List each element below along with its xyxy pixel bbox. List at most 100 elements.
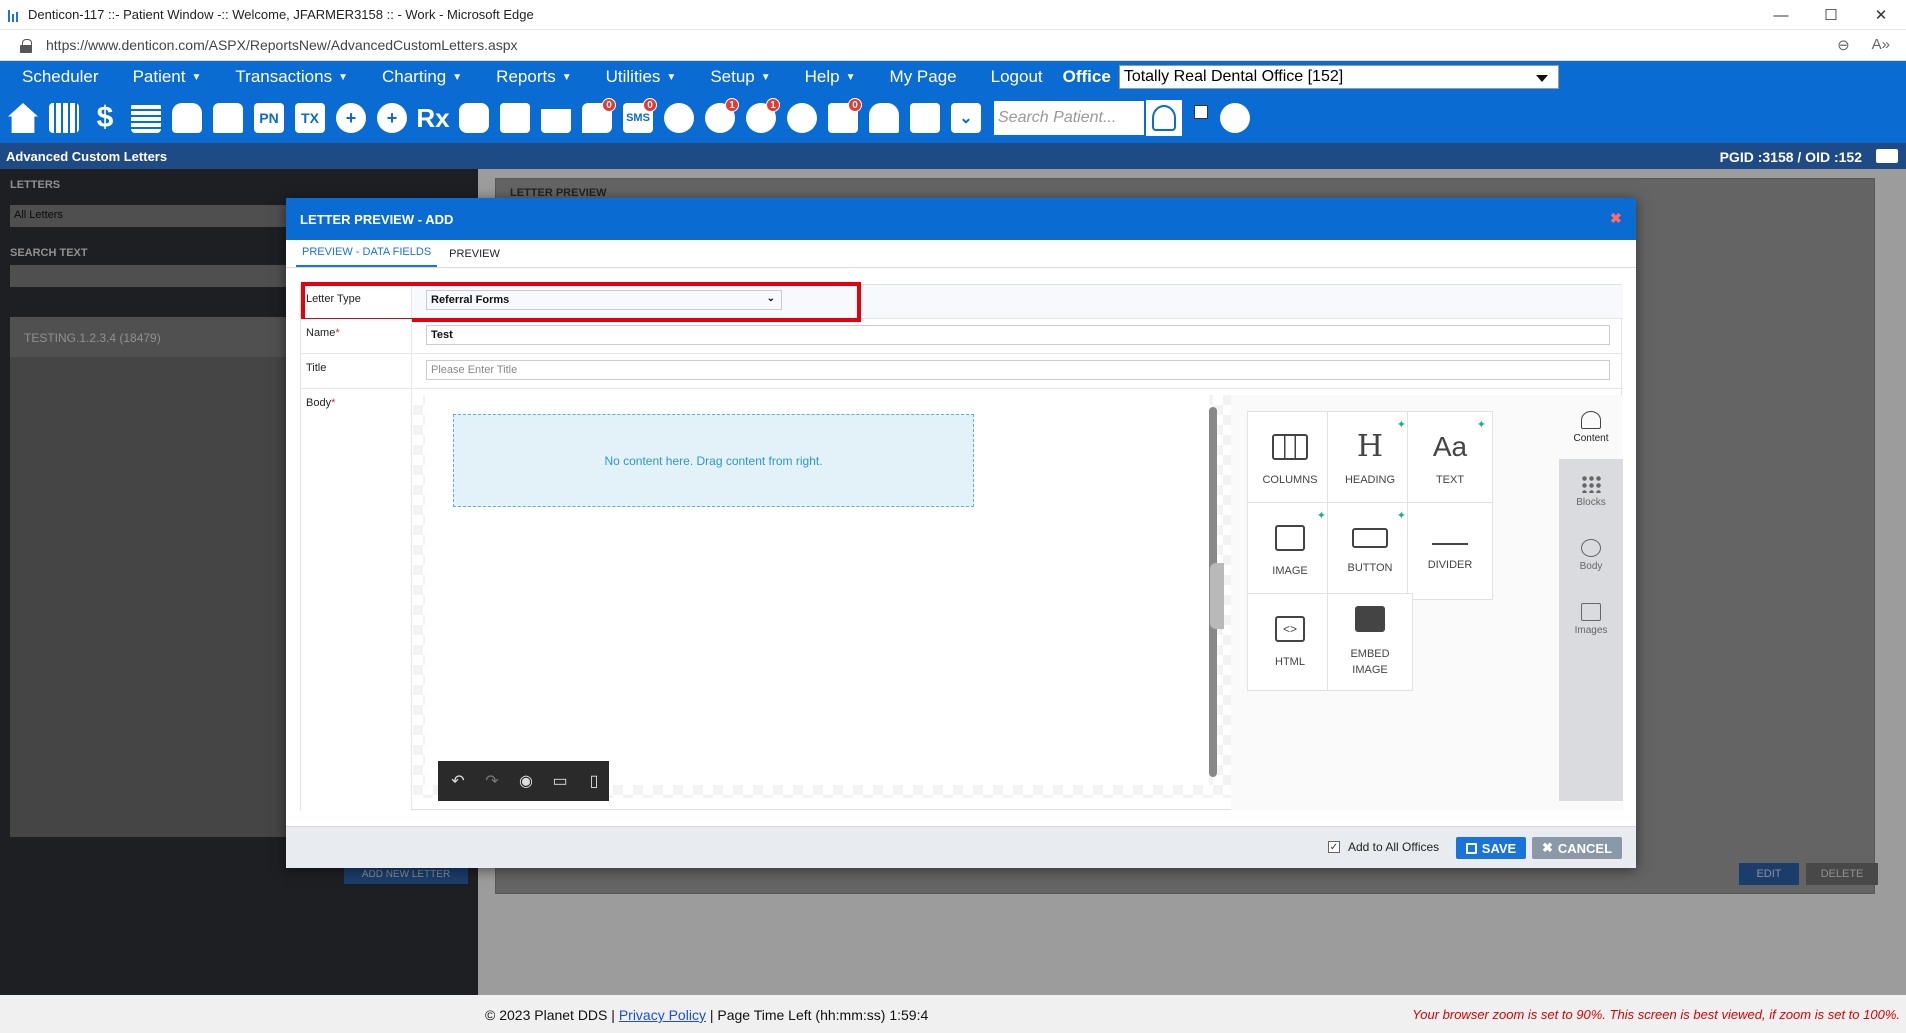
nav-transactions[interactable]: Transactions ▼ xyxy=(213,67,348,87)
nav-help[interactable]: Help ▼ xyxy=(783,67,856,87)
group-search-icon[interactable] xyxy=(1218,99,1252,137)
shapes-icon xyxy=(1581,410,1601,429)
page-title: Advanced Custom Letters xyxy=(6,148,168,164)
zoom-warning: Your browser zoom is set to 90%. This sc… xyxy=(1412,1007,1900,1022)
tile-image[interactable]: ✦ IMAGE xyxy=(1247,502,1333,600)
zoom-icon[interactable]: ⊖ xyxy=(1837,36,1850,54)
drop-zone[interactable]: No content here. Drag content from right… xyxy=(453,414,974,507)
address-bar[interactable]: https://www.denticon.com/ASPX/ReportsNew… xyxy=(0,30,1906,61)
palette-icon xyxy=(1581,538,1601,557)
home-icon[interactable] xyxy=(6,99,40,137)
clipboard-check-icon[interactable]: 0 xyxy=(826,98,862,137)
nav-utilities[interactable]: Utilities ▼ xyxy=(584,67,677,87)
chevron-down-icon: ▼ xyxy=(561,72,572,83)
chevron-down-icon: ▼ xyxy=(666,72,677,83)
save-icon xyxy=(1465,842,1477,854)
window-title-bar: Denticon-117 ::- Patient Window -:: Welc… xyxy=(0,0,1906,30)
url-text[interactable]: https://www.denticon.com/ASPX/ReportsNew… xyxy=(46,37,518,53)
nav-reports[interactable]: Reports ▼ xyxy=(474,67,571,87)
dollar-icon[interactable]: $ xyxy=(88,99,122,137)
calendar-icon[interactable] xyxy=(47,99,81,137)
mobile-icon[interactable]: ▯ xyxy=(584,771,604,791)
letter-type-row: Letter Type Referral Forms ⌄ xyxy=(301,282,1623,322)
close-window-button[interactable]: ✕ xyxy=(1856,0,1906,30)
name-input[interactable]: Test xyxy=(426,325,1610,345)
nav-charting[interactable]: Charting ▼ xyxy=(360,67,462,87)
search-patient-input[interactable]: Search Patient... xyxy=(994,101,1144,135)
cancel-button[interactable]: ✖ CANCEL xyxy=(1532,837,1622,859)
people-icon[interactable] xyxy=(867,99,901,137)
embed-image-icon xyxy=(1355,606,1385,632)
side-tab-images[interactable]: Images xyxy=(1559,587,1623,651)
tile-columns[interactable]: COLUMNS xyxy=(1247,411,1333,509)
redo-icon[interactable]: ↷ xyxy=(482,771,502,791)
refresh-user-icon[interactable]: 1 xyxy=(744,98,780,137)
toggle-checkbox[interactable] xyxy=(1194,105,1208,119)
title-input[interactable]: Please Enter Title xyxy=(426,360,1610,380)
panel-collapse-handle[interactable] xyxy=(1210,563,1224,629)
chat-icon[interactable]: 0 xyxy=(580,98,616,137)
nav-patient[interactable]: Patient ▼ xyxy=(111,67,202,87)
prescription-icon[interactable]: Rx xyxy=(416,99,450,137)
tile-button[interactable]: ✦ BUTTON xyxy=(1327,502,1413,600)
add-family-icon[interactable]: + xyxy=(375,99,409,137)
tile-divider[interactable]: DIVIDER xyxy=(1407,502,1493,600)
images-icon xyxy=(1581,602,1601,621)
ai-sparkle-icon: ✦ xyxy=(1396,419,1406,431)
patient-search-icon[interactable] xyxy=(1146,100,1182,136)
clock-icon[interactable] xyxy=(662,99,696,137)
tile-embed-image[interactable]: EMBED IMAGE xyxy=(1327,593,1413,691)
tooth-icon[interactable] xyxy=(170,99,204,137)
progress-notes-icon[interactable]: PN xyxy=(252,99,286,137)
tab-preview-data-fields[interactable]: PREVIEW - DATA FIELDS xyxy=(296,246,438,267)
read-aloud-icon[interactable]: A» xyxy=(1872,36,1890,54)
print-forms-icon[interactable] xyxy=(498,99,532,137)
side-tab-blocks[interactable]: Blocks xyxy=(1559,459,1623,523)
highlight-box xyxy=(301,282,861,322)
add-all-offices-checkbox[interactable]: ✓ xyxy=(1328,841,1340,853)
close-icon[interactable]: ✖ xyxy=(1610,211,1622,225)
add-patient-icon[interactable]: + xyxy=(334,99,368,137)
notes-icon[interactable] xyxy=(457,99,491,137)
nav-my-page[interactable]: My Page xyxy=(868,67,957,87)
office-select[interactable]: Totally Real Dental Office [152] xyxy=(1118,65,1559,89)
ai-sparkle-icon: ✦ xyxy=(1476,419,1486,431)
sms-icon[interactable]: SMS 0 xyxy=(621,98,657,137)
print-icon[interactable] xyxy=(1876,149,1898,163)
undo-icon[interactable]: ↶ xyxy=(448,771,468,791)
side-tab-body[interactable]: Body xyxy=(1559,523,1623,587)
eye-icon[interactable]: ◉ xyxy=(516,771,536,791)
icon-toolbar: $ PN TX + + Rx 0 SMS 0 1 1 0 ⌄ Search Pat… xyxy=(0,93,1906,143)
save-button[interactable]: SAVE xyxy=(1456,837,1526,859)
web-icon[interactable] xyxy=(785,99,819,137)
ai-sparkle-icon: ✦ xyxy=(1396,510,1406,522)
ai-sparkle-icon: ✦ xyxy=(1316,510,1326,522)
nav-logout[interactable]: Logout xyxy=(969,67,1043,87)
tab-preview[interactable]: PREVIEW xyxy=(443,248,506,267)
edit-list-icon[interactable] xyxy=(129,99,163,137)
nav-scheduler[interactable]: Scheduler xyxy=(0,67,99,87)
tile-html[interactable]: <> HTML xyxy=(1247,593,1333,691)
status-bar: © 2023 Planet DDS | Privacy Policy | Pag… xyxy=(0,995,1906,1033)
mail-icon[interactable] xyxy=(539,99,573,137)
maximize-button[interactable]: ☐ xyxy=(1806,0,1856,30)
tile-text[interactable]: ✦ Aa TEXT xyxy=(1407,411,1493,509)
tile-heading[interactable]: ✦ H HEADING xyxy=(1327,411,1413,509)
collapse-down-icon[interactable]: ⌄ xyxy=(949,99,983,137)
privacy-policy-link[interactable]: Privacy Policy xyxy=(619,1007,706,1023)
desktop-icon[interactable]: ▭ xyxy=(550,771,570,791)
modal-footer: ✓ Add to All Offices SAVE ✖ CANCEL xyxy=(286,826,1636,868)
side-tab-content[interactable]: Content xyxy=(1559,395,1623,459)
body-label: Body* xyxy=(301,389,412,811)
blocks-icon xyxy=(1581,474,1601,493)
heading-icon: H xyxy=(1356,429,1384,464)
modal-title: LETTER PREVIEW - ADD xyxy=(300,211,454,227)
office-label: Office xyxy=(1062,67,1111,86)
window-title: Denticon-117 ::- Patient Window -:: Welc… xyxy=(28,7,534,22)
treatment-plan-icon[interactable]: TX xyxy=(293,99,327,137)
minimize-button[interactable]: — xyxy=(1756,0,1806,30)
teeth-chart-icon[interactable] xyxy=(211,99,245,137)
nav-setup[interactable]: Setup ▼ xyxy=(688,67,770,87)
globe-user-icon[interactable]: 1 xyxy=(703,98,739,137)
printer-icon[interactable] xyxy=(908,99,942,137)
